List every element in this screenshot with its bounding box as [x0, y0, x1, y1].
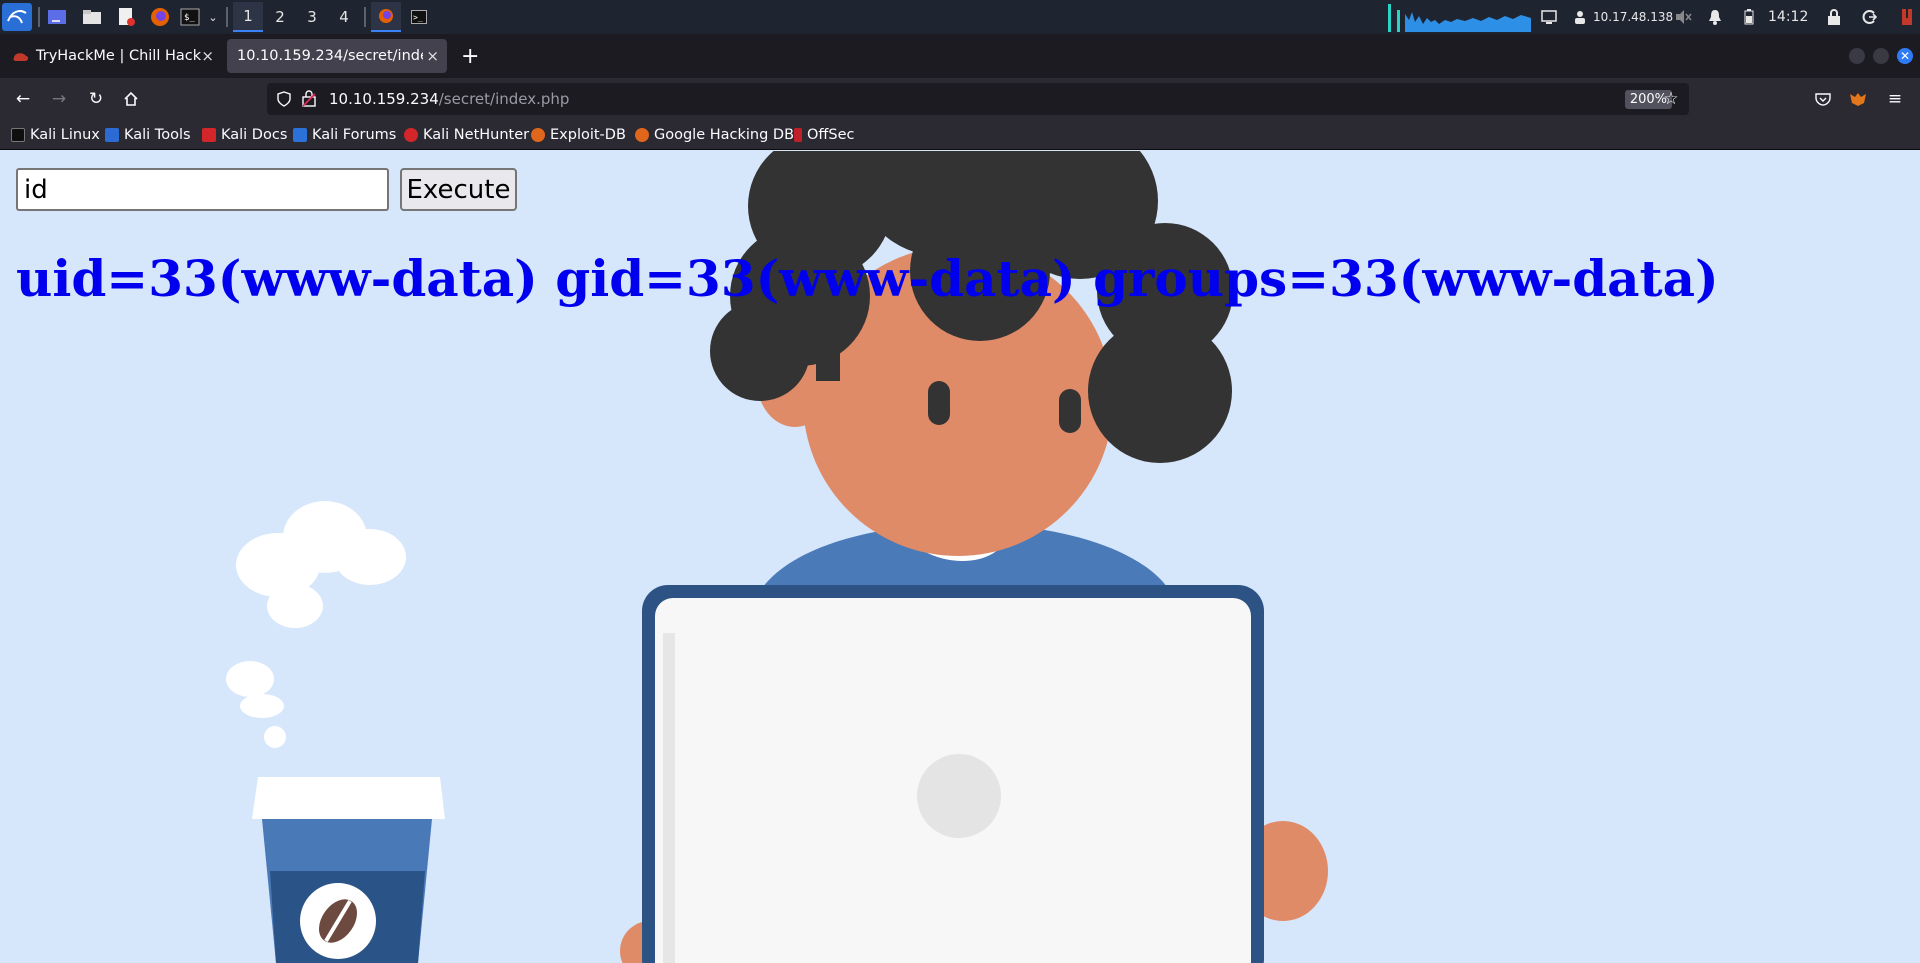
- offsec-icon: [794, 128, 802, 142]
- bookmark-kali-nethunter[interactable]: Kali NetHunter: [404, 125, 529, 145]
- url-text: 10.10.159.234/secret/index.php: [329, 90, 570, 108]
- close-tab-icon[interactable]: ×: [426, 47, 439, 65]
- new-tab-button[interactable]: +: [455, 39, 485, 73]
- command-input[interactable]: [16, 168, 389, 211]
- command-output: uid=33(www-data) gid=33(www-data) groups…: [16, 249, 1719, 308]
- firefox-window-icon[interactable]: [371, 2, 401, 32]
- ip-address-label: 10.17.48.138: [1593, 10, 1674, 24]
- muted-speaker-icon[interactable]: [1672, 5, 1694, 29]
- chevron-down-icon[interactable]: ⌄: [205, 5, 221, 29]
- reload-icon[interactable]: ↻: [84, 87, 108, 111]
- show-desktop-icon[interactable]: [45, 5, 69, 29]
- terminal-icon[interactable]: $_: [178, 5, 202, 29]
- tab-chill-hack[interactable]: TryHackMe | Chill Hack ×: [2, 39, 222, 73]
- kali-top-panel: $_ ⌄ 1 2 3 4 >_ 10.17.48.138 14:12: [0, 0, 1920, 34]
- workspace-2[interactable]: 2: [265, 2, 295, 32]
- text-editor-icon[interactable]: [114, 5, 138, 29]
- bell-icon[interactable]: [1704, 5, 1726, 29]
- power-icon[interactable]: [1896, 5, 1918, 29]
- display-icon[interactable]: [1538, 5, 1560, 29]
- laptop: [642, 585, 1264, 963]
- kali-menu-icon[interactable]: [2, 3, 32, 31]
- battery-icon: [1738, 5, 1760, 29]
- lock-icon[interactable]: [1823, 5, 1845, 29]
- kali-docs-icon: [202, 128, 216, 142]
- tryhackme-favicon: [13, 53, 29, 61]
- back-icon[interactable]: ←: [11, 87, 35, 111]
- ghdb-icon: [635, 128, 649, 142]
- exploit-db-icon: [531, 128, 545, 142]
- page-content: Execute uid=33(www-data) gid=33(www-data…: [0, 151, 1920, 963]
- forward-icon[interactable]: →: [47, 87, 71, 111]
- workspace-3[interactable]: 3: [297, 2, 327, 32]
- hamburger-menu-icon[interactable]: ≡: [1883, 87, 1907, 111]
- clock: 14:12: [1768, 9, 1809, 25]
- bookmark-google-hacking-db[interactable]: Google Hacking DB: [635, 125, 794, 145]
- nethunter-icon: [404, 128, 418, 142]
- bookmark-kali-linux[interactable]: Kali Linux: [11, 125, 100, 145]
- extension-icon[interactable]: [1846, 87, 1870, 111]
- home-icon[interactable]: [119, 87, 143, 111]
- network-monitor-icon: [1385, 2, 1531, 32]
- execute-button[interactable]: Execute: [400, 168, 517, 211]
- maximize-window-button[interactable]: [1873, 48, 1889, 64]
- svg-text:>_: >_: [413, 13, 423, 22]
- kali-forums-icon: [293, 128, 307, 142]
- tab-label: 10.10.159.234/secret/index.ph: [237, 48, 423, 64]
- terminal-window-icon[interactable]: >_: [405, 5, 433, 29]
- file-manager-icon[interactable]: [80, 5, 104, 29]
- workspace-4[interactable]: 4: [329, 2, 359, 32]
- close-window-button[interactable]: ✕: [1897, 48, 1913, 64]
- bookmarks-toolbar: Kali Linux Kali Tools Kali Docs Kali For…: [0, 120, 1920, 150]
- coffee-cup: [252, 777, 445, 963]
- bookmark-offsec[interactable]: OffSec: [794, 125, 855, 145]
- close-tab-icon[interactable]: ×: [201, 47, 214, 65]
- logout-icon[interactable]: [1858, 5, 1880, 29]
- insecure-lock-icon[interactable]: [302, 90, 316, 111]
- browser-tab-bar: TryHackMe | Chill Hack × 10.10.159.234/s…: [0, 34, 1920, 78]
- kali-dragon-icon: [11, 128, 25, 142]
- kali-tools-icon: [105, 128, 119, 142]
- tab-secret-index[interactable]: 10.10.159.234/secret/index.ph ×: [227, 39, 447, 73]
- pocket-icon[interactable]: [1811, 87, 1835, 111]
- bookmark-kali-docs[interactable]: Kali Docs: [202, 125, 287, 145]
- bookmark-exploit-db[interactable]: Exploit-DB: [531, 125, 626, 145]
- tab-label: TryHackMe | Chill Hack: [36, 48, 202, 64]
- thought-cloud: [226, 501, 406, 748]
- workspace-1[interactable]: 1: [233, 2, 263, 32]
- shield-icon[interactable]: [277, 91, 291, 111]
- url-bar[interactable]: 10.10.159.234/secret/index.php 200%: [267, 83, 1689, 115]
- browser-nav-bar: ← → ↻ 10.10.159.234/secret/index.php 200…: [0, 78, 1920, 120]
- bookmark-kali-tools[interactable]: Kali Tools: [105, 125, 191, 145]
- minimize-window-button[interactable]: [1849, 48, 1865, 64]
- bookmark-star-icon[interactable]: ☆: [1659, 87, 1683, 111]
- firefox-icon[interactable]: [148, 5, 172, 29]
- svg-text:$_: $_: [184, 13, 195, 23]
- vpn-user-icon[interactable]: [1570, 5, 1590, 29]
- bookmark-kali-forums[interactable]: Kali Forums: [293, 125, 396, 145]
